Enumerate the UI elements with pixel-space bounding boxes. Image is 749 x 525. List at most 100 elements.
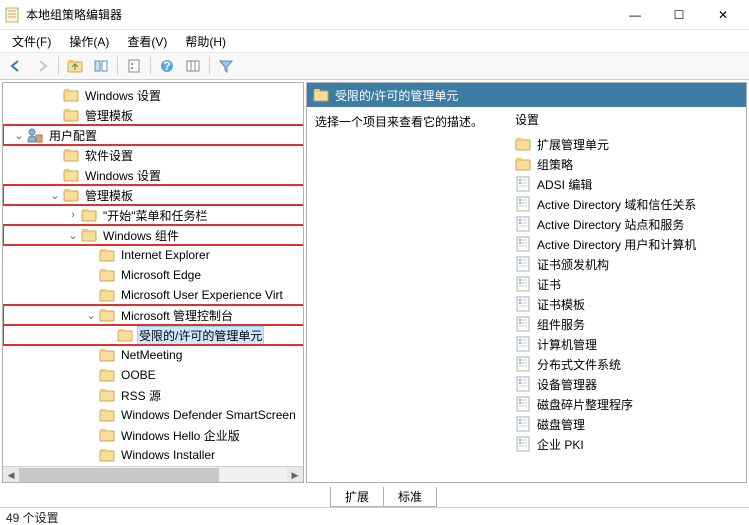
list-item[interactable]: 组件服务 (507, 314, 746, 334)
list-item[interactable]: 计算机管理 (507, 334, 746, 354)
app-icon (4, 7, 20, 23)
maximize-button[interactable]: ☐ (657, 0, 701, 30)
tree-item[interactable]: Windows 设置 (3, 165, 303, 185)
statusbar: 49 个设置 (0, 507, 749, 525)
tree-item[interactable]: 管理模板 (3, 105, 303, 125)
list-item-label: 计算机管理 (537, 336, 597, 353)
tree-item[interactable]: ⌄Microsoft 管理控制台 (3, 305, 303, 325)
tree-item[interactable]: ⌄ 管理模板 (3, 185, 303, 205)
tree-item[interactable]: RSS 源 (3, 385, 303, 405)
folder-icon (99, 427, 115, 443)
collapse-icon[interactable]: ⌄ (11, 129, 27, 142)
tree-item[interactable]: Windows 设置 (3, 85, 303, 105)
list-item[interactable]: 证书 (507, 274, 746, 294)
setting-icon (515, 356, 531, 372)
toolbar-separator (209, 57, 210, 75)
list-item[interactable]: 磁盘碎片整理程序 (507, 394, 746, 414)
tree-horizontal-scrollbar[interactable]: ◀ ▶ (3, 466, 303, 482)
show-hide-tree-button[interactable] (89, 55, 113, 77)
tree-item[interactable]: OOBE (3, 365, 303, 385)
tree-item[interactable]: Microsoft User Experience Virt (3, 285, 303, 305)
folder-icon (99, 267, 115, 283)
setting-icon (515, 336, 531, 352)
tree-item[interactable]: Internet Explorer (3, 245, 303, 265)
list-item[interactable]: 分布式文件系统 (507, 354, 746, 374)
nav-back-button[interactable] (4, 55, 28, 77)
folder-icon (63, 147, 79, 163)
up-button[interactable] (63, 55, 87, 77)
column-header-setting[interactable]: 设置 (507, 107, 746, 134)
tab-extended[interactable]: 扩展 (330, 487, 383, 507)
setting-icon (515, 196, 531, 212)
tree-item-label: Windows 组件 (101, 226, 181, 245)
nav-forward-button[interactable] (30, 55, 54, 77)
list-item[interactable]: 磁盘管理 (507, 414, 746, 434)
list-item[interactable]: Active Directory 站点和服务 (507, 214, 746, 234)
list-item[interactable]: 证书颁发机构 (507, 254, 746, 274)
list-item[interactable]: 企业 PKI (507, 434, 746, 454)
columns-button[interactable] (181, 55, 205, 77)
list-item-label: ADSI 编辑 (537, 176, 592, 193)
collapse-icon[interactable]: ⌄ (65, 229, 81, 242)
settings-list[interactable]: 扩展管理单元组策略ADSI 编辑Active Directory 域和信任关系A… (507, 134, 746, 454)
setting-icon (515, 416, 531, 432)
folder-icon (99, 447, 115, 463)
list-item-label: Active Directory 用户和计算机 (537, 236, 696, 253)
tree-item[interactable]: › "开始"菜单和任务栏 (3, 205, 303, 225)
tree-item[interactable]: Microsoft Edge (3, 265, 303, 285)
toolbar-separator (58, 57, 59, 75)
details-tabs: 扩展 标准 (0, 485, 749, 507)
list-item[interactable]: 证书模板 (507, 294, 746, 314)
details-title: 受限的/许可的管理单元 (335, 87, 458, 104)
window-title: 本地组策略编辑器 (26, 6, 613, 23)
tree-item-label: "开始"菜单和任务栏 (101, 206, 210, 225)
list-item[interactable]: ADSI 编辑 (507, 174, 746, 194)
collapse-icon[interactable]: ⌄ (83, 309, 99, 322)
scroll-thumb[interactable] (19, 468, 219, 482)
tree-item[interactable]: Windows Defender SmartScreen (3, 405, 303, 425)
properties-button[interactable] (122, 55, 146, 77)
tree-item[interactable]: 软件设置 (3, 145, 303, 165)
details-header: 受限的/许可的管理单元 (307, 83, 746, 107)
scroll-right-button[interactable]: ▶ (287, 467, 303, 483)
tree[interactable]: Windows 设置管理模板⌄用户配置软件设置Windows 设置⌄管理模板›"… (3, 83, 303, 466)
tree-item[interactable]: NetMeeting (3, 345, 303, 365)
tab-standard[interactable]: 标准 (383, 487, 437, 507)
list-item-label: Active Directory 域和信任关系 (537, 196, 696, 213)
list-item-label: 证书模板 (537, 296, 585, 313)
list-item-label: 证书颁发机构 (537, 256, 609, 273)
setting-icon (515, 236, 531, 252)
tree-item[interactable]: ⌄用户配置 (3, 125, 303, 145)
close-button[interactable]: ✕ (701, 0, 745, 30)
tree-item-label: 受限的/许可的管理单元 (137, 326, 264, 345)
menu-file[interactable]: 文件(F) (4, 31, 59, 52)
tree-item[interactable]: Windows Installer (3, 445, 303, 465)
help-button[interactable]: ? (155, 55, 179, 77)
list-item[interactable]: 组策略 (507, 154, 746, 174)
tree-item-label: 管理模板 (83, 186, 135, 205)
filter-button[interactable] (214, 55, 238, 77)
list-item[interactable]: 扩展管理单元 (507, 134, 746, 154)
menu-view[interactable]: 查看(V) (119, 31, 175, 52)
list-item[interactable]: Active Directory 用户和计算机 (507, 234, 746, 254)
content-area: Windows 设置管理模板⌄用户配置软件设置Windows 设置⌄管理模板›"… (0, 80, 749, 485)
tree-item[interactable]: 受限的/许可的管理单元 (3, 325, 303, 345)
list-item-label: 分布式文件系统 (537, 356, 621, 373)
menu-action[interactable]: 操作(A) (61, 31, 117, 52)
list-item[interactable]: 设备管理器 (507, 374, 746, 394)
settings-list-column: 设置 扩展管理单元组策略 ADSI 编辑 Active Directory 域和信任… (507, 107, 746, 482)
collapse-icon[interactable]: ⌄ (47, 189, 63, 202)
list-item-label: 设备管理器 (537, 376, 597, 393)
expand-icon[interactable]: › (65, 209, 81, 221)
minimize-button[interactable]: — (613, 0, 657, 30)
list-item[interactable]: Active Directory 域和信任关系 (507, 194, 746, 214)
details-pane: 受限的/许可的管理单元 选择一个项目来查看它的描述。 设置 扩展管理单元组策略A… (306, 82, 747, 483)
menu-help[interactable]: 帮助(H) (177, 31, 234, 52)
tree-item[interactable]: Windows Hello 企业版 (3, 425, 303, 445)
tree-item[interactable]: ⌄ Windows 组件 (3, 225, 303, 245)
tree-item-label: Windows Hello 企业版 (119, 426, 242, 445)
scroll-left-button[interactable]: ◀ (3, 467, 19, 483)
folder-icon (313, 87, 329, 103)
list-item-label: 磁盘管理 (537, 416, 585, 433)
folder-icon (99, 247, 115, 263)
